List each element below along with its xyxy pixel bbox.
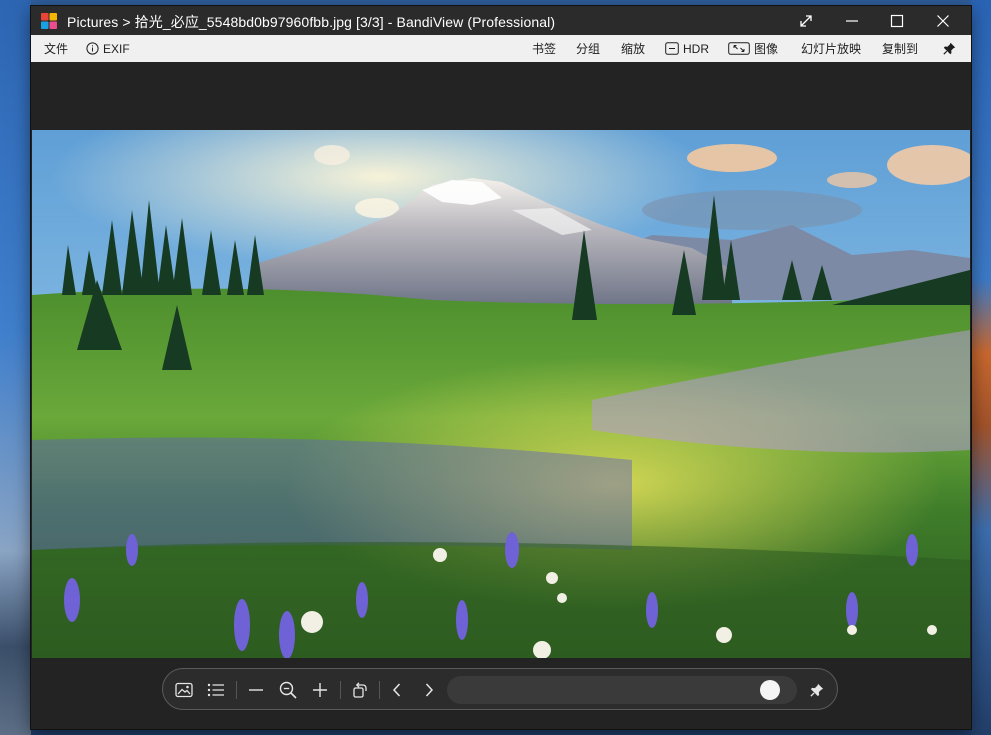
maximize-icon (890, 14, 904, 27)
menu-file[interactable]: 文件 (44, 35, 68, 62)
pin-button[interactable] (943, 35, 956, 62)
resize-box-icon (728, 42, 750, 55)
zoom-out-button[interactable] (243, 677, 269, 703)
menu-slideshow-label: 幻灯片放映 (801, 42, 862, 56)
menu-zoom[interactable]: 缩放 (621, 35, 645, 62)
title-bar[interactable]: Pictures > 拾光_必应_5548bd0b97960fbb.jpg [3… (31, 6, 971, 35)
toolbar-divider (340, 681, 341, 699)
menu-zoom-label: 缩放 (621, 42, 646, 56)
chevron-right-icon (425, 683, 434, 697)
menu-image-label: 图像 (754, 42, 779, 56)
minimize-icon (846, 19, 858, 22)
chevron-left-icon (392, 683, 401, 697)
minimize-button[interactable] (829, 6, 875, 35)
image-position-slider[interactable] (447, 676, 797, 704)
zoom-fit-button[interactable] (275, 677, 301, 703)
menu-bookmark-label: 书签 (532, 42, 557, 56)
pin-icon (810, 683, 824, 697)
bandiview-logo-icon (41, 13, 57, 29)
menu-group-label: 分组 (576, 42, 601, 56)
zoom-in-button[interactable] (307, 677, 333, 703)
rotate-icon (353, 682, 367, 698)
toolbar-divider (379, 681, 380, 699)
menu-image[interactable]: 图像 (728, 35, 778, 62)
rotate-button[interactable] (347, 677, 373, 703)
previous-image-button[interactable] (384, 677, 410, 703)
hdr-box-icon (665, 42, 679, 55)
info-circle-icon (86, 42, 99, 55)
window-title: Pictures > 拾光_必应_5548bd0b97960fbb.jpg [3… (67, 14, 556, 30)
list-button[interactable] (203, 677, 229, 703)
close-icon (937, 14, 949, 27)
next-image-button[interactable] (416, 677, 442, 703)
pin-icon (943, 42, 956, 55)
image-viewer-area[interactable] (31, 62, 971, 729)
slider-thumb[interactable] (760, 680, 781, 700)
toolbar-divider (236, 681, 237, 699)
menu-copy-to-label: 复制到 (882, 42, 919, 56)
menu-exif[interactable]: EXIF (86, 35, 130, 62)
toolbar-pin-button[interactable] (804, 677, 830, 703)
menu-hdr[interactable]: HDR (665, 35, 709, 62)
maximize-button[interactable] (874, 6, 920, 35)
close-button[interactable] (920, 6, 966, 35)
menu-slideshow[interactable]: 幻灯片放映 (801, 35, 861, 62)
expand-icon (800, 14, 812, 27)
menu-exif-label: EXIF (103, 41, 130, 56)
minus-icon (249, 689, 263, 691)
desktop-wallpaper-left (0, 0, 31, 735)
menu-bar: 文件 EXIF 书签 分组 缩放 HDR 图像 幻灯片放映 复制到 (31, 35, 971, 62)
menu-hdr-label: HDR (683, 41, 709, 56)
image-icon (175, 682, 193, 698)
plus-icon (313, 683, 327, 697)
bottom-toolbar (162, 668, 838, 710)
magnifier-icon (279, 681, 297, 699)
displayed-photo (32, 130, 970, 658)
list-icon (207, 683, 224, 697)
fullscreen-button[interactable] (783, 6, 829, 35)
desktop-wallpaper-right (971, 0, 991, 735)
thumbnail-button[interactable] (171, 677, 197, 703)
menu-file-label: 文件 (44, 42, 69, 56)
bandiview-window: Pictures > 拾光_必应_5548bd0b97960fbb.jpg [3… (31, 6, 971, 729)
menu-bookmark[interactable]: 书签 (532, 35, 556, 62)
menu-group[interactable]: 分组 (576, 35, 600, 62)
menu-copy-to[interactable]: 复制到 (882, 35, 918, 62)
